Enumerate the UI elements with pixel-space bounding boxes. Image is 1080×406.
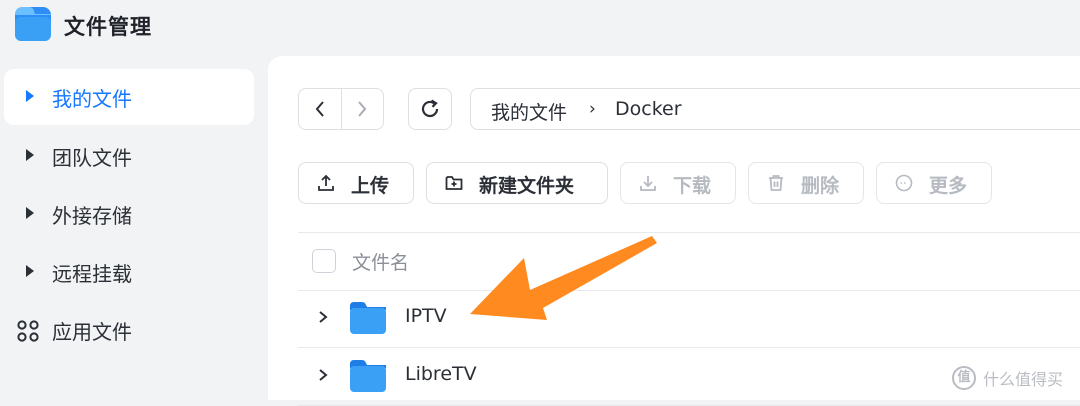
folder-plus-icon	[445, 176, 463, 190]
chevron-right-icon[interactable]	[316, 366, 330, 384]
new-folder-button[interactable]: 新建文件夹	[426, 162, 608, 204]
trash-icon	[769, 175, 783, 191]
chevron-right-icon[interactable]	[316, 308, 330, 326]
folder-app-icon	[15, 7, 51, 41]
history-nav	[298, 88, 384, 130]
download-label: 下载	[673, 175, 712, 197]
sidebar-item-app-files[interactable]: 应用文件	[4, 302, 254, 358]
apps-grid-icon	[17, 320, 39, 342]
app-title: 文件管理	[64, 15, 152, 39]
delete-label: 删除	[801, 175, 840, 197]
breadcrumb-root[interactable]: 我的文件	[491, 98, 567, 125]
sidebar-item-external-storage[interactable]: 外接存储	[4, 186, 254, 242]
sidebar-item-label: 外接存储	[52, 203, 132, 228]
triangle-right-icon	[26, 149, 34, 161]
chevron-left-icon	[315, 101, 324, 117]
download-icon	[640, 176, 656, 191]
column-header-name[interactable]: 文件名	[352, 248, 409, 275]
triangle-right-icon	[26, 265, 34, 277]
file-list-header: 文件名	[298, 232, 1080, 291]
table-row[interactable]: IPTV	[298, 290, 1080, 348]
sidebar-item-label: 团队文件	[52, 145, 132, 170]
back-button[interactable]	[299, 89, 342, 129]
watermark-text: 什么值得买	[983, 370, 1064, 389]
sidebar-item-label: 远程挂载	[52, 261, 132, 286]
watermark-logo: 值	[952, 366, 976, 390]
upload-button[interactable]: 上传	[298, 162, 414, 204]
title-bar: 文件管理	[0, 0, 1080, 56]
folder-icon	[350, 302, 386, 334]
sidebar-item-label: 我的文件	[52, 86, 132, 111]
forward-button[interactable]	[341, 89, 383, 129]
breadcrumb-current[interactable]: Docker	[615, 98, 682, 120]
more-label: 更多	[929, 175, 968, 197]
refresh-icon	[421, 99, 439, 118]
main-panel: 我的文件 › Docker 上传 新建文件夹 下载 删除 更多 文件名 IPTV…	[268, 56, 1080, 406]
more-circle-icon	[895, 174, 913, 192]
triangle-right-icon	[26, 207, 34, 219]
sidebar-item-my-files[interactable]: 我的文件	[4, 69, 254, 125]
upload-label: 上传	[351, 175, 390, 197]
download-button[interactable]: 下载	[620, 162, 736, 204]
sidebar-item-label: 应用文件	[52, 319, 132, 344]
select-all-checkbox[interactable]	[312, 249, 336, 273]
delete-button[interactable]: 删除	[748, 162, 864, 204]
upload-icon	[318, 174, 334, 191]
more-button[interactable]: 更多	[876, 162, 992, 204]
breadcrumb-separator: ›	[589, 99, 596, 119]
refresh-button[interactable]	[408, 88, 452, 130]
breadcrumb[interactable]: 我的文件 › Docker	[470, 88, 1080, 130]
watermark: 值 什么值得买	[952, 366, 1063, 390]
folder-icon	[350, 360, 386, 392]
file-name[interactable]: IPTV	[405, 305, 447, 327]
sidebar-item-remote-mount[interactable]: 远程挂载	[4, 244, 254, 300]
triangle-right-icon	[26, 90, 34, 102]
chevron-right-icon	[358, 101, 367, 117]
file-name[interactable]: LibreTV	[405, 363, 477, 385]
new-folder-label: 新建文件夹	[479, 175, 575, 197]
sidebar-item-team-files[interactable]: 团队文件	[4, 128, 254, 184]
